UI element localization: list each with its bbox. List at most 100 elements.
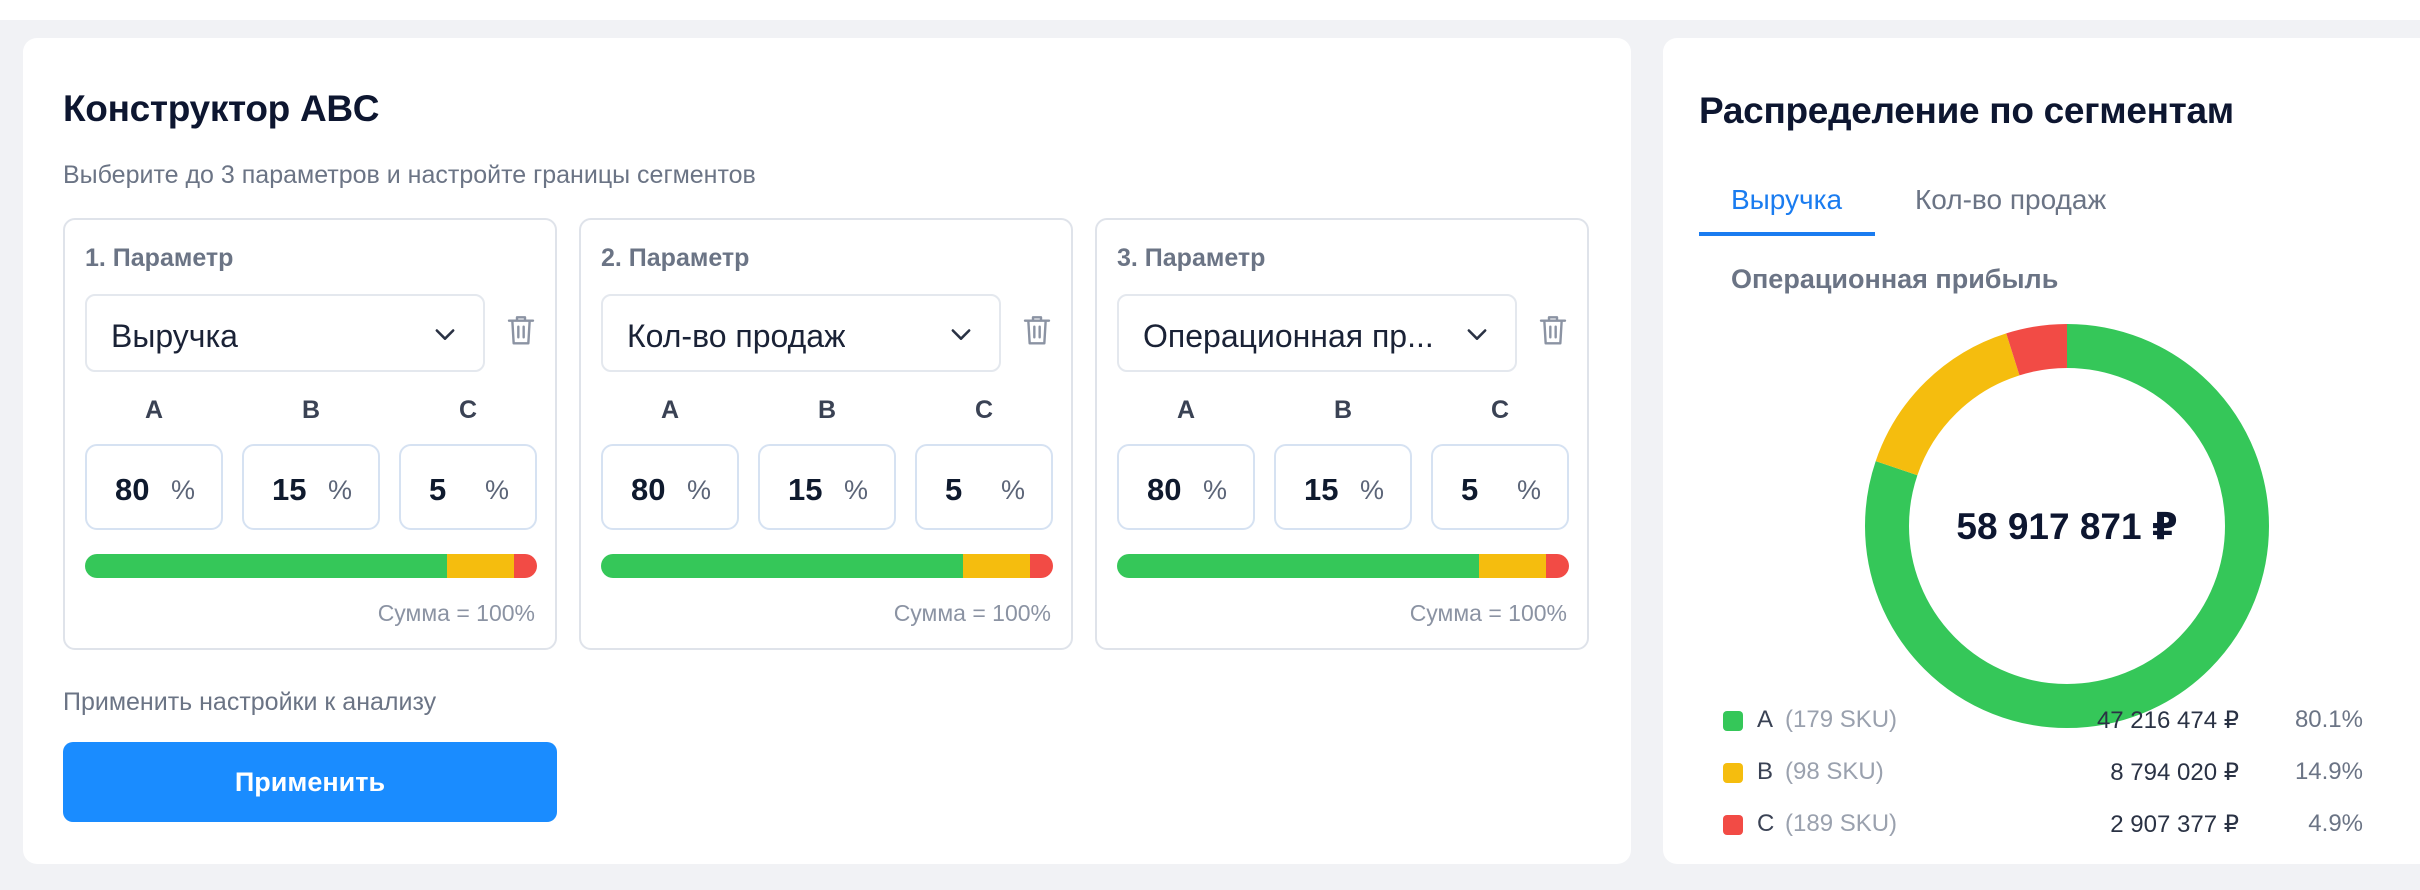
segment-letter-b: B [1333, 396, 1353, 424]
constructor-subtitle: Выберите до 3 параметров и настройте гра… [63, 161, 756, 189]
segment-letter-b: B [817, 396, 837, 424]
segment-c-input[interactable]: 5 % [399, 444, 537, 530]
percent-unit: % [1359, 475, 1384, 505]
distribution-title: Распределение по сегментам [1699, 90, 2234, 131]
segment-c-input[interactable]: 5 % [915, 444, 1053, 530]
segment-bar-a [85, 554, 447, 578]
legend-amount: 47 216 474 ₽ [2096, 707, 2239, 734]
percent-unit: % [1000, 475, 1025, 505]
percent-unit: % [327, 475, 352, 505]
segment-a-value: 80 [115, 472, 150, 507]
legend-percent: 80.1% [2294, 706, 2363, 733]
segment-bar-c [514, 554, 537, 578]
segment-b-input[interactable]: 15 % [242, 444, 380, 530]
segment-letter-b: B [301, 396, 321, 424]
segment-b-value: 15 [272, 472, 307, 507]
parameter-label: 3. Параметр [1117, 244, 1266, 272]
chevron-down-icon [951, 329, 971, 340]
parameter-card-2: 2. Параметр Кол-во продаж A B C 80 % 15 … [579, 218, 1073, 650]
legend-letter: A [1757, 706, 1774, 733]
segment-b-value: 15 [1304, 472, 1339, 507]
percent-unit: % [484, 475, 509, 505]
abc-constructor-card: Конструктор ABC Выберите до 3 параметров… [23, 38, 1631, 864]
segment-b-input[interactable]: 15 % [1274, 444, 1412, 530]
segment-bar-c [1546, 554, 1569, 578]
percent-unit: % [1516, 475, 1541, 505]
segment-a-value: 80 [1147, 472, 1182, 507]
percent-unit: % [1202, 475, 1227, 505]
parameter-label: 1. Параметр [85, 244, 234, 272]
trash-icon[interactable] [1021, 312, 1053, 348]
legend-letter: C [1757, 810, 1775, 837]
segment-distribution-card: Распределение по сегментам Выручка Кол-в… [1663, 38, 2420, 864]
tab-sales-count[interactable]: Кол-во продаж [1915, 184, 2106, 236]
legend-row-c: C (189 SKU) 2 907 377 ₽ 4.9% [1723, 806, 2363, 846]
segment-bar-c [1030, 554, 1053, 578]
legend-sku-count: (179 SKU) [1785, 706, 1898, 733]
trash-icon[interactable] [505, 312, 537, 348]
parameter-select-value: Кол-во продаж [627, 318, 846, 354]
apply-settings-label: Применить настройки к анализу [63, 688, 437, 716]
segment-c-value: 5 [945, 472, 963, 507]
parameter-card-3: 3. Параметр Операционная пр... A B C 80 … [1095, 218, 1589, 650]
metric-name: Операционная прибыль [1731, 264, 2059, 294]
parameter-select-value: Выручка [111, 318, 238, 354]
segment-letter-c: C [1490, 396, 1510, 424]
legend-amount: 8 794 020 ₽ [2110, 759, 2239, 786]
legend-sku-count: (189 SKU) [1785, 810, 1898, 837]
segment-a-input[interactable]: 80 % [85, 444, 223, 530]
segment-bar-b [1478, 554, 1547, 578]
segment-distribution-bar [1117, 554, 1569, 578]
chevron-down-icon [1467, 329, 1487, 340]
segment-distribution-bar [85, 554, 537, 578]
donut-total: 58 917 871 ₽ [1956, 505, 2178, 547]
percent-unit: % [170, 475, 195, 505]
segment-letter-a: A [1176, 396, 1196, 424]
legend-amount: 2 907 377 ₽ [2110, 811, 2239, 838]
parameter-select-value: Операционная пр... [1143, 318, 1434, 354]
tab-revenue[interactable]: Выручка [1731, 184, 1842, 236]
segment-letter-a: A [660, 396, 680, 424]
legend-percent: 4.9% [2308, 810, 2363, 837]
segment-a-value: 80 [631, 472, 666, 507]
legend-swatch-a [1723, 711, 1743, 731]
segment-c-input[interactable]: 5 % [1431, 444, 1569, 530]
apply-button[interactable]: Применить [63, 742, 557, 822]
parameter-select[interactable]: Операционная пр... [1117, 294, 1517, 372]
segment-b-input[interactable]: 15 % [758, 444, 896, 530]
legend-letter: B [1757, 758, 1774, 785]
sum-label: Сумма = 100% [1409, 600, 1567, 626]
legend-sku-count: (98 SKU) [1785, 758, 1884, 785]
segment-bar-b [962, 554, 1031, 578]
sum-label: Сумма = 100% [377, 600, 535, 626]
segment-bar-a [601, 554, 963, 578]
segment-letter-a: A [144, 396, 164, 424]
segment-a-input[interactable]: 80 % [601, 444, 739, 530]
segment-bar-b [446, 554, 515, 578]
top-strip [0, 0, 2420, 20]
parameter-select[interactable]: Выручка [85, 294, 485, 372]
legend-swatch-c [1723, 815, 1743, 835]
parameter-label: 2. Параметр [601, 244, 750, 272]
segment-bar-a [1117, 554, 1479, 578]
parameter-select[interactable]: Кол-во продаж [601, 294, 1001, 372]
segment-distribution-bar [601, 554, 1053, 578]
trash-icon[interactable] [1537, 312, 1569, 348]
segment-letter-c: C [974, 396, 994, 424]
legend-percent: 14.9% [2294, 758, 2363, 785]
legend-row-b: B (98 SKU) 8 794 020 ₽ 14.9% [1723, 754, 2363, 794]
donut-chart: 58 917 871 ₽ [1863, 322, 2271, 730]
percent-unit: % [686, 475, 711, 505]
segment-c-value: 5 [1461, 472, 1479, 507]
segment-a-input[interactable]: 80 % [1117, 444, 1255, 530]
segment-letter-c: C [458, 396, 478, 424]
constructor-title: Конструктор ABC [63, 88, 380, 129]
segment-b-value: 15 [788, 472, 823, 507]
legend-swatch-b [1723, 763, 1743, 783]
percent-unit: % [843, 475, 868, 505]
segment-c-value: 5 [429, 472, 447, 507]
parameter-card-1: 1. Параметр Выручка A B C 80 % 15 % 5 % … [63, 218, 557, 650]
chevron-down-icon [435, 329, 455, 340]
legend-row-a: A (179 SKU) 47 216 474 ₽ 80.1% [1723, 702, 2363, 742]
active-tab-indicator [1699, 232, 1875, 236]
